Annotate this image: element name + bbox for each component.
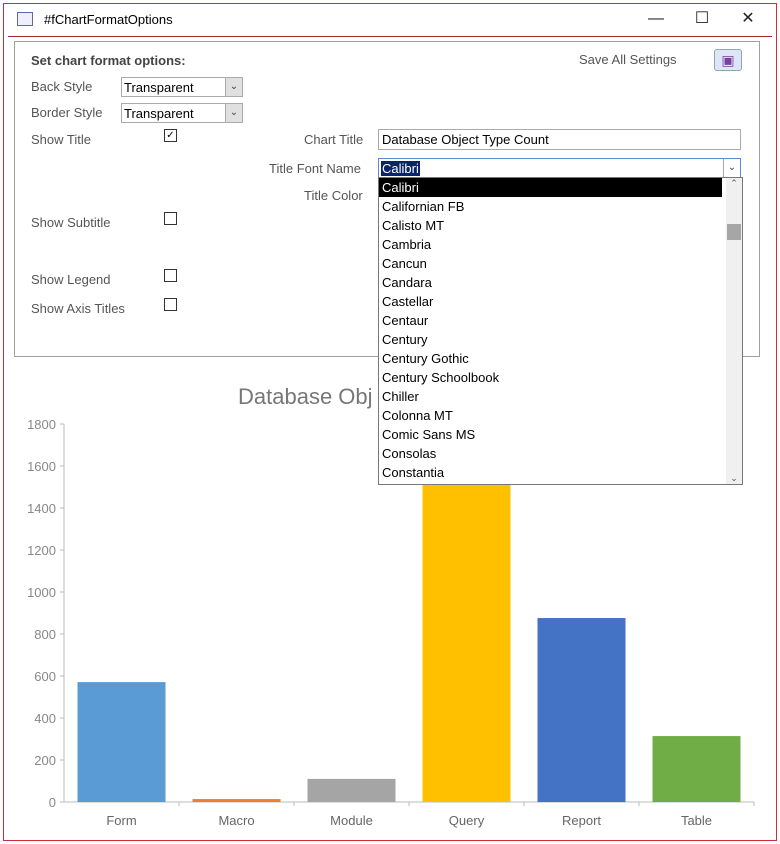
chevron-down-icon[interactable]: ⌄ [723,159,740,179]
scroll-up-icon[interactable]: ⌃ [726,178,742,189]
title-font-value: Calibri [381,161,420,176]
chart-title-input[interactable]: Database Object Type Count [378,129,741,150]
font-option[interactable]: Consolas [379,444,722,463]
font-option[interactable]: Castellar [379,292,722,311]
y-tick-label: 600 [34,669,56,684]
save-button[interactable]: ▣ [714,49,742,71]
y-tick-label: 200 [34,753,56,768]
show-axis-titles-checkbox[interactable] [164,298,177,311]
font-option[interactable]: Candara [379,273,722,292]
bar-query [422,466,511,802]
font-option[interactable]: Cambria [379,235,722,254]
show-axis-titles-label: Show Axis Titles [31,301,125,316]
back-style-combo[interactable]: Transparent ⌄ [121,77,243,97]
bar-report [537,618,626,802]
y-tick-label: 1000 [27,585,56,600]
y-tick-label: 1800 [27,417,56,432]
show-legend-label: Show Legend [31,272,111,287]
chevron-down-icon[interactable]: ⌄ [225,104,242,122]
x-tick-label: Macro [218,813,254,828]
title-color-label: Title Color [304,188,363,203]
scroll-thumb[interactable] [727,224,741,240]
show-title-checkbox[interactable]: ✓ [164,129,177,142]
font-option[interactable]: Century Schoolbook [379,368,722,387]
chevron-down-icon[interactable]: ⌄ [225,78,242,96]
window: #fChartFormatOptions — ☐ ✕ Database Obj 0… [3,3,777,841]
title-font-label: Title Font Name [269,161,361,176]
border-style-label: Border Style [31,105,103,120]
y-tick-label: 0 [49,795,56,810]
font-option[interactable]: Cancun [379,254,722,273]
border-style-value: Transparent [124,106,194,121]
font-option[interactable]: Chiller [379,387,722,406]
chart-title: Database Obj [238,384,373,409]
font-option[interactable]: Calisto MT [379,216,722,235]
x-tick-label: Form [106,813,136,828]
show-subtitle-label: Show Subtitle [31,215,111,230]
back-style-value: Transparent [124,80,194,95]
floppy-disk-icon: ▣ [721,52,735,68]
font-option[interactable]: Centaur [379,311,722,330]
y-tick-label: 1200 [27,543,56,558]
font-option[interactable]: Century Gothic [379,349,722,368]
font-option[interactable]: Calibri [379,178,722,197]
scrollbar[interactable]: ⌃ ⌄ [726,178,742,484]
heading: Set chart format options: [31,53,186,68]
show-legend-checkbox[interactable] [164,269,177,282]
x-tick-label: Module [330,813,373,828]
font-dropdown-list[interactable]: Calibri Californian FB Calisto MT Cambria Ca… [378,177,743,485]
font-option[interactable]: Constantia [379,463,722,482]
scroll-down-icon[interactable]: ⌄ [726,473,742,484]
bar-module [307,778,396,802]
font-option[interactable]: Comic Sans MS [379,425,722,444]
bar-macro [192,799,281,802]
save-label: Save All Settings [579,52,677,67]
show-subtitle-checkbox[interactable] [164,212,177,225]
bar-form [77,682,166,802]
y-tick-label: 1400 [27,501,56,516]
y-tick-label: 1600 [27,459,56,474]
back-style-label: Back Style [31,79,93,94]
chart-title-label: Chart Title [304,132,364,147]
font-option[interactable]: Californian FB [379,197,722,216]
x-tick-label: Report [562,813,601,828]
font-option[interactable]: Century [379,330,722,349]
y-tick-label: 800 [34,627,56,642]
x-tick-label: Query [449,813,485,828]
show-title-label: Show Title [31,132,91,147]
x-tick-label: Table [681,813,712,828]
font-option[interactable]: Colonna MT [379,406,722,425]
border-style-combo[interactable]: Transparent ⌄ [121,103,243,123]
y-tick-label: 400 [34,711,56,726]
bar-table [652,736,741,802]
